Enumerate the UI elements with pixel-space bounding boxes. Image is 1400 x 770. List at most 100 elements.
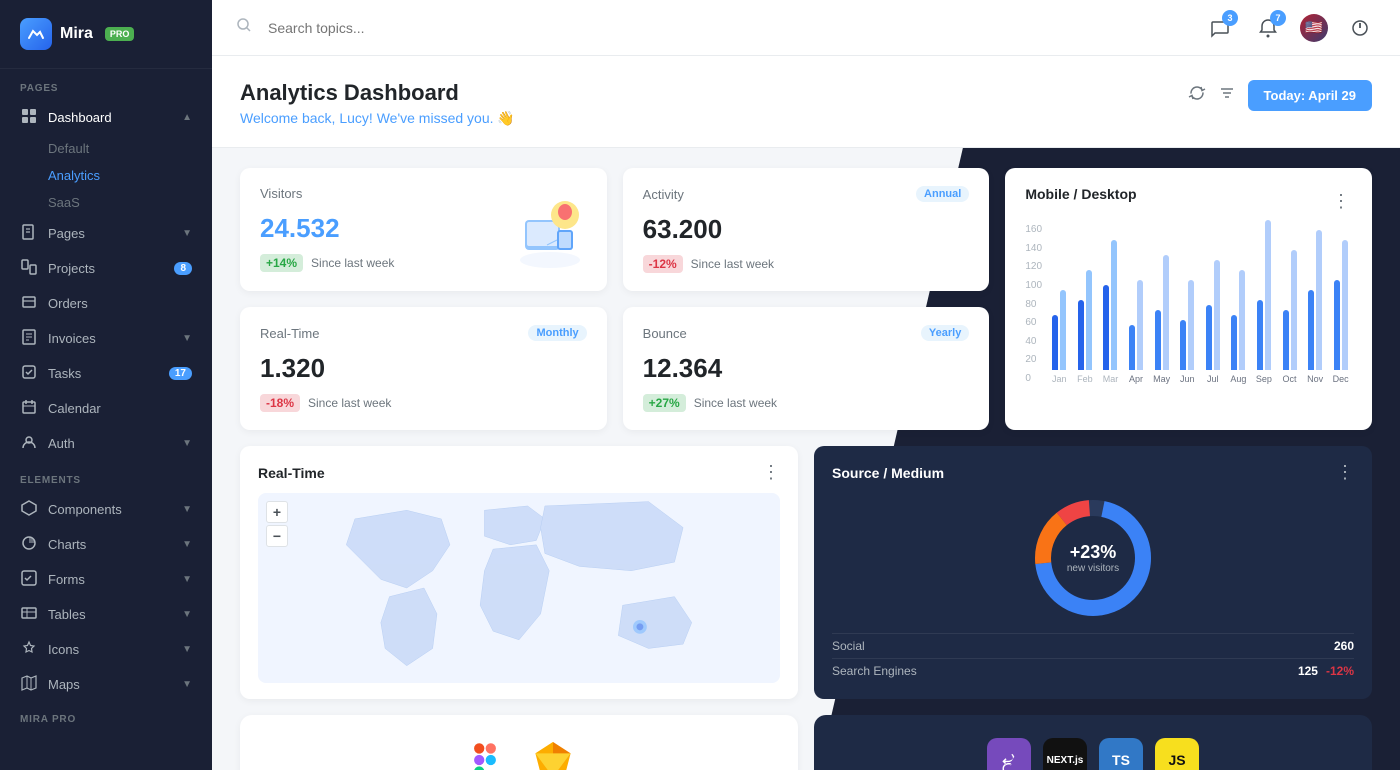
realtime-since: Since last week (308, 396, 391, 410)
app-name: Mira (60, 25, 93, 43)
bounce-header: Bounce Yearly (643, 325, 970, 341)
source-medium-card: Source / Medium ⋮ (814, 446, 1372, 699)
logo-icon (20, 18, 52, 50)
source-social-value: 260 (1334, 639, 1354, 653)
bars-area: Jan Feb (1048, 224, 1352, 404)
tables-label: Tables (48, 607, 172, 622)
realtime-label: Real-Time (260, 326, 319, 341)
sidebar-item-analytics[interactable]: Analytics (0, 162, 212, 189)
dashboard-icon (20, 108, 38, 127)
sidebar-item-pages[interactable]: Pages ▼ (0, 216, 212, 251)
sidebar-item-projects[interactable]: Projects 8 (0, 251, 212, 286)
bounce-label: Bounce (643, 326, 687, 341)
orders-label: Orders (48, 296, 192, 311)
tables-chevron: ▼ (182, 609, 192, 620)
icons-icon (20, 640, 38, 659)
chart-more-button[interactable]: ⋮ (1332, 191, 1352, 212)
subtitle-prefix: Welcome back, (240, 110, 339, 126)
typescript-icon: TS (1099, 738, 1143, 770)
pages-chevron: ▼ (182, 228, 192, 239)
sidebar-item-icons[interactable]: Icons ▼ (0, 632, 212, 667)
projects-badge: 8 (174, 262, 192, 275)
content-wrapper: Analytics Dashboard Welcome back, Lucy! … (212, 56, 1400, 770)
orders-icon (20, 294, 38, 313)
header-text: Analytics Dashboard Welcome back, Lucy! … (240, 80, 515, 127)
redux-icon (987, 738, 1031, 770)
sidebar-item-default[interactable]: Default (0, 135, 212, 162)
pages-label: Pages (48, 226, 172, 241)
sidebar-item-components[interactable]: Components ▼ (0, 492, 212, 527)
sidebar-item-tasks[interactable]: Tasks 17 (0, 356, 212, 391)
filter-button[interactable] (1218, 84, 1236, 107)
mobile-desktop-card: Mobile / Desktop ⋮ 160 140 120 100 80 60 (1005, 168, 1372, 430)
header-actions: Today: April 29 (1188, 80, 1372, 111)
bar-may: May (1150, 224, 1173, 384)
y-axis: 160 140 120 100 80 60 40 20 0 (1025, 224, 1048, 404)
sidebar-item-invoices[interactable]: Invoices ▼ (0, 321, 212, 356)
bar-sep: Sep (1253, 224, 1276, 384)
bounce-badge: Yearly (921, 325, 969, 341)
charts-label: Charts (48, 537, 172, 552)
bar-dec: Dec (1329, 224, 1352, 384)
messages-button[interactable]: 3 (1204, 12, 1236, 44)
projects-icon (20, 259, 38, 278)
source-row-search: Search Engines 125 -12% (832, 658, 1354, 683)
sidebar-item-charts[interactable]: Charts ▼ (0, 527, 212, 562)
maps-chevron: ▼ (182, 679, 192, 690)
refresh-button[interactable] (1188, 84, 1206, 107)
stats-grid: Visitors (212, 148, 1400, 430)
mira-pro-label: MIRA PRO (20, 714, 192, 725)
source-search-change: -12% (1326, 664, 1354, 678)
auth-icon (20, 434, 38, 453)
notifications-button[interactable]: 7 (1252, 12, 1284, 44)
activity-label: Activity (643, 187, 684, 202)
subtitle-user: Lucy (339, 110, 369, 126)
bar-oct: Oct (1278, 224, 1301, 384)
source-rows: Social 260 Search Engines 125 -12% (832, 633, 1354, 683)
charts-chevron: ▼ (182, 539, 192, 550)
sidebar-item-saas[interactable]: SaaS (0, 189, 212, 216)
tasks-icon (20, 364, 38, 383)
pages-icon (20, 224, 38, 243)
bar-aug: Aug (1227, 224, 1250, 384)
invoices-icon (20, 329, 38, 348)
bounce-change: +27% (643, 394, 686, 412)
source-title: Source / Medium (832, 465, 944, 481)
power-button[interactable] (1344, 12, 1376, 44)
bounce-card: Bounce Yearly 12.364 +27% Since last wee… (623, 307, 990, 430)
components-chevron: ▼ (182, 504, 192, 515)
bar-apr: Apr (1125, 224, 1148, 384)
logo-area: Mira PRO (0, 0, 212, 69)
subtitle-suffix: ! We've missed you. 👋 (369, 110, 515, 126)
sidebar-item-forms[interactable]: Forms ▼ (0, 562, 212, 597)
sidebar-item-auth[interactable]: Auth ▼ (0, 426, 212, 461)
mobile-desktop-title: Mobile / Desktop (1025, 186, 1136, 202)
icons-label: Icons (48, 642, 172, 657)
page-subtitle: Welcome back, Lucy! We've missed you. 👋 (240, 110, 515, 127)
calendar-label: Calendar (48, 401, 192, 416)
date-button[interactable]: Today: April 29 (1248, 80, 1372, 111)
javascript-icon: JS (1155, 738, 1199, 770)
visitors-card: Visitors (240, 168, 607, 291)
sidebar-item-dashboard[interactable]: Dashboard ▲ (0, 100, 212, 135)
sidebar-item-maps[interactable]: Maps ▼ (0, 667, 212, 702)
bounce-value: 12.364 (643, 353, 970, 384)
sidebar-item-tables[interactable]: Tables ▼ (0, 597, 212, 632)
map-more-button[interactable]: ⋮ (762, 462, 780, 483)
forms-label: Forms (48, 572, 172, 587)
visitors-change: +14% (260, 254, 303, 272)
source-more-button[interactable]: ⋮ (1336, 462, 1354, 483)
map-zoom-out[interactable]: − (266, 525, 288, 547)
sidebar-item-orders[interactable]: Orders (0, 286, 212, 321)
projects-label: Projects (48, 261, 164, 276)
language-selector[interactable]: 🇺🇸 (1300, 14, 1328, 42)
search-input[interactable] (268, 20, 1188, 36)
icons-chevron: ▼ (182, 644, 192, 655)
search-icon (236, 17, 252, 38)
sidebar-item-calendar[interactable]: Calendar (0, 391, 212, 426)
map-zoom-in[interactable]: + (266, 501, 288, 523)
messages-badge: 3 (1222, 10, 1238, 26)
figma-icon (459, 734, 511, 770)
tasks-label: Tasks (48, 366, 159, 381)
realtime-footer: -18% Since last week (260, 394, 587, 412)
